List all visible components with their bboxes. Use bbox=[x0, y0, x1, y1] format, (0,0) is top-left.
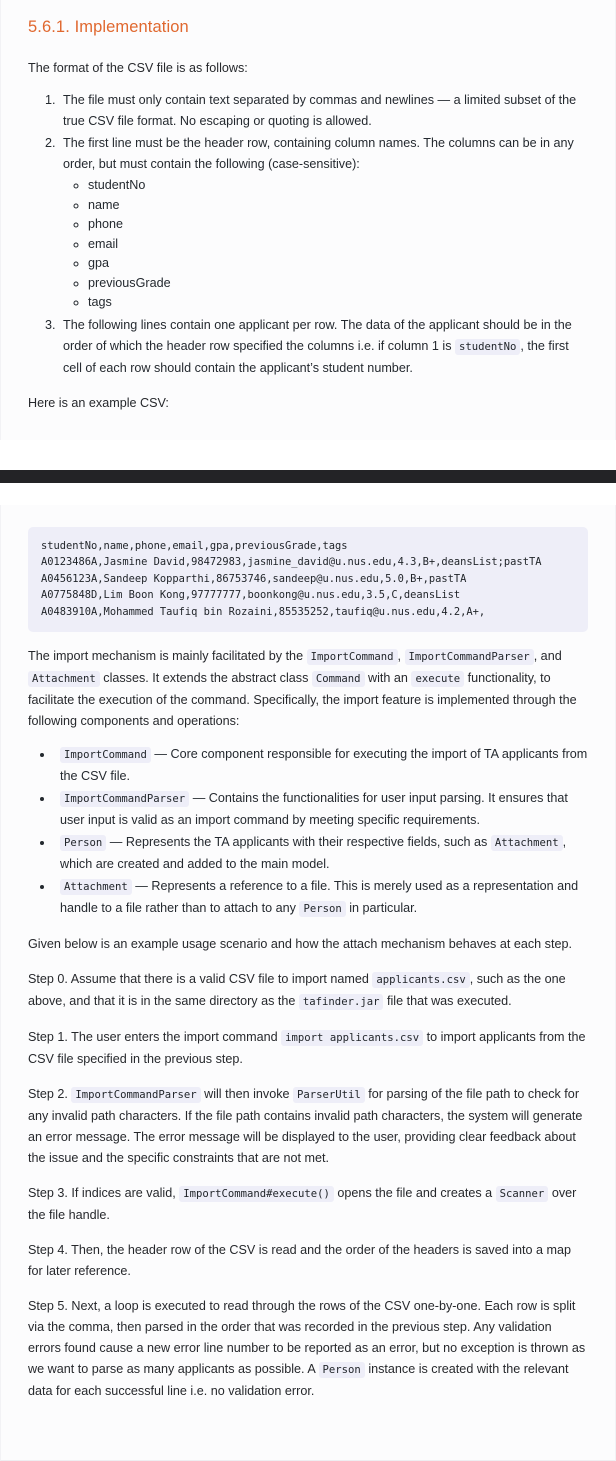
code-chip-scanner: Scanner bbox=[496, 1186, 549, 1202]
component-item-attachment: Attachment — Represents a reference to a… bbox=[54, 876, 588, 920]
column-item-gpa: gpa bbox=[88, 254, 588, 274]
step-2-paragraph: Step 2. ImportCommandParser will then in… bbox=[28, 1084, 588, 1169]
code-chip-importcommandparser: ImportCommandParser bbox=[405, 649, 534, 665]
mechanism-text-d: classes. It extends the abstract class bbox=[103, 671, 308, 685]
documentation-page: 5.6.1. Implementation The format of the … bbox=[0, 0, 616, 1461]
code-chip-studentno: studentNo bbox=[455, 339, 520, 355]
code-chip-component-importcommandparser: ImportCommandParser bbox=[60, 791, 189, 807]
document-section-lower: studentNo,name,phone,email,gpa,previousG… bbox=[0, 505, 616, 1461]
step-1-text-a: Step 1. The user enters the import comma… bbox=[28, 1030, 278, 1044]
mechanism-text-c: , and bbox=[534, 649, 562, 663]
rule-1-text: The file must only contain text separate… bbox=[63, 93, 576, 128]
code-chip-component-importcommand: ImportCommand bbox=[60, 747, 151, 763]
csv-line-1: A0123486A,Jasmine David,98472983,jasmine… bbox=[41, 554, 575, 571]
code-chip-execute: execute bbox=[411, 671, 464, 687]
csv-line-header: studentNo,name,phone,email,gpa,previousG… bbox=[41, 538, 575, 555]
mechanism-text-e: with an bbox=[368, 671, 408, 685]
intro-paragraph: The format of the CSV file is as follows… bbox=[28, 58, 588, 79]
code-chip-importcommand: ImportCommand bbox=[307, 649, 398, 665]
component-description-attachment-b: in particular. bbox=[349, 901, 417, 915]
column-item-phone: phone bbox=[88, 215, 588, 235]
component-description-person-a: — Represents the TA applicants with thei… bbox=[110, 835, 488, 849]
page-title: 5.6.1. Implementation bbox=[28, 0, 588, 41]
code-chip-component-attachment: Attachment bbox=[60, 879, 132, 895]
code-chip-attachment-person: Person bbox=[299, 901, 345, 917]
step-0-text-c: file that was executed. bbox=[387, 994, 512, 1008]
import-mechanism-paragraph: The import mechanism is mainly facilitat… bbox=[28, 646, 588, 732]
component-item-importcommandparser: ImportCommandParser — Contains the funct… bbox=[54, 788, 588, 831]
step-2-text-a: Step 2. bbox=[28, 1087, 68, 1101]
whitespace-gap-above-bar bbox=[0, 440, 616, 470]
code-chip-applicants-csv: applicants.csv bbox=[372, 972, 469, 988]
code-chip-component-person: Person bbox=[60, 835, 106, 851]
step-5-paragraph: Step 5. Next, a loop is executed to read… bbox=[28, 1296, 588, 1402]
code-chip-importcommand-execute: ImportCommand#execute() bbox=[179, 1186, 334, 1202]
scenario-lead-paragraph: Given below is an example usage scenario… bbox=[28, 934, 588, 955]
step-1-paragraph: Step 1. The user enters the import comma… bbox=[28, 1027, 588, 1070]
step-4-paragraph: Step 4. Then, the header row of the CSV … bbox=[28, 1240, 588, 1282]
code-chip-step5-person: Person bbox=[319, 1362, 365, 1378]
column-item-email: email bbox=[88, 235, 588, 255]
step-3-text-a: Step 3. If indices are valid, bbox=[28, 1186, 176, 1200]
column-item-studentno: studentNo bbox=[88, 176, 588, 196]
csv-example-code-block: studentNo,name,phone,email,gpa,previousG… bbox=[28, 527, 588, 633]
rule-item-3: The following lines contain one applican… bbox=[59, 315, 588, 379]
step-3-text-b: opens the file and creates a bbox=[337, 1186, 492, 1200]
whitespace-gap-below-bar bbox=[0, 483, 616, 505]
component-item-importcommand: ImportCommand — Core component responsib… bbox=[54, 744, 588, 787]
rule-item-2: The first line must be the header row, c… bbox=[59, 133, 588, 313]
step-2-text-b: will then invoke bbox=[204, 1087, 289, 1101]
code-chip-attachment: Attachment bbox=[28, 671, 100, 687]
dark-separator-bar bbox=[0, 470, 616, 483]
example-lead-paragraph: Here is an example CSV: bbox=[28, 393, 588, 414]
step-3-paragraph: Step 3. If indices are valid, ImportComm… bbox=[28, 1183, 588, 1226]
code-chip-person-attachment: Attachment bbox=[491, 835, 563, 851]
required-columns-list: studentNo name phone email gpa previousG… bbox=[63, 176, 588, 313]
code-chip-import-command: import applicants.csv bbox=[281, 1030, 423, 1046]
step-0-text-a: Step 0. Assume that there is a valid CSV… bbox=[28, 972, 369, 986]
code-chip-tafinder-jar: tafinder.jar bbox=[299, 994, 384, 1010]
components-list: ImportCommand — Core component responsib… bbox=[28, 744, 588, 920]
csv-line-4: A0483910A,Mohammed Taufiq bin Rozaini,85… bbox=[41, 604, 575, 621]
component-item-person: Person — Represents the TA applicants wi… bbox=[54, 832, 588, 875]
code-chip-command: Command bbox=[312, 671, 365, 687]
rule-item-1: The file must only contain text separate… bbox=[59, 90, 588, 132]
csv-format-rules-list: The file must only contain text separate… bbox=[28, 90, 588, 379]
rule-2-text: The first line must be the header row, c… bbox=[63, 136, 574, 171]
document-section-upper: 5.6.1. Implementation The format of the … bbox=[0, 0, 616, 440]
code-chip-parserutil: ParserUtil bbox=[293, 1087, 365, 1103]
column-item-tags: tags bbox=[88, 293, 588, 313]
csv-line-2: A0456123A,Sandeep Kopparthi,86753746,san… bbox=[41, 571, 575, 588]
mechanism-text-b: , bbox=[398, 649, 402, 663]
mechanism-text-a: The import mechanism is mainly facilitat… bbox=[28, 649, 303, 663]
column-item-previousgrade: previousGrade bbox=[88, 274, 588, 294]
step-0-paragraph: Step 0. Assume that there is a valid CSV… bbox=[28, 969, 588, 1013]
column-item-name: name bbox=[88, 196, 588, 216]
code-chip-step2-importcommandparser: ImportCommandParser bbox=[71, 1087, 200, 1103]
csv-line-3: A0775848D,Lim Boon Kong,97777777,boonkon… bbox=[41, 587, 575, 604]
